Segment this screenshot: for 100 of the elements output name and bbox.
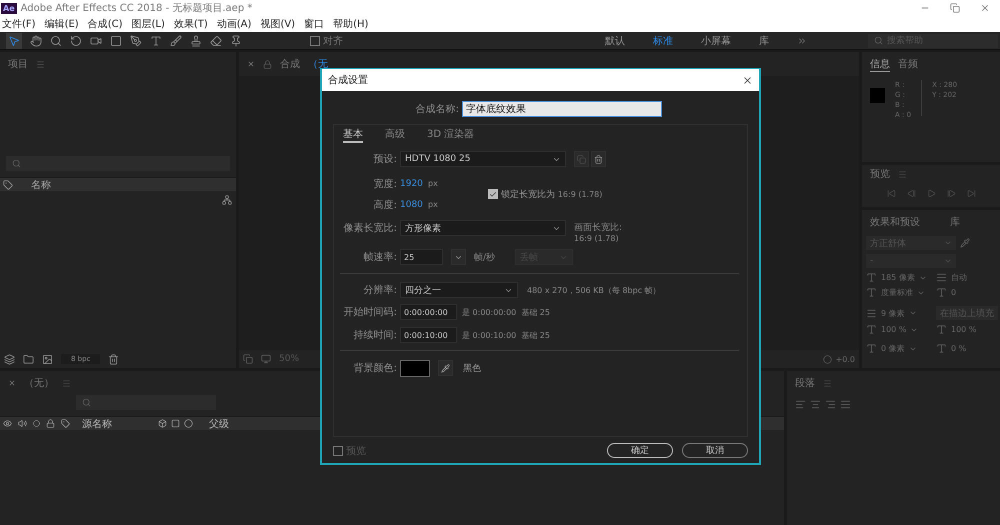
menu-item[interactable]: 视图(V) <box>260 17 296 31</box>
character-value[interactable]: 度量标准 <box>881 287 913 298</box>
align-right-icon[interactable] <box>825 399 836 410</box>
panel-tab[interactable]: 库 <box>950 214 960 230</box>
frame-rate-dropdown[interactable] <box>451 249 466 265</box>
settings-tab[interactable]: 基本 <box>343 127 363 143</box>
font-size-icon[interactable] <box>866 272 877 283</box>
folder-icon[interactable] <box>23 354 34 364</box>
hand-icon[interactable] <box>30 34 42 46</box>
settings-tab[interactable]: 高级 <box>385 127 405 143</box>
menu-item[interactable]: 动画(A) <box>216 17 252 31</box>
trash-icon[interactable] <box>108 354 120 364</box>
stroke-width-icon[interactable] <box>866 308 877 318</box>
align-left-icon[interactable] <box>795 399 806 410</box>
eraser-icon[interactable] <box>210 34 222 46</box>
pointer-icon[interactable] <box>8 34 20 46</box>
width-value[interactable]: 1920 <box>400 178 423 188</box>
hierarchy-icon[interactable] <box>222 195 232 205</box>
brush-icon[interactable] <box>170 34 182 46</box>
character-value[interactable]: 0 像素 <box>881 343 905 354</box>
menu-icon[interactable] <box>823 378 832 388</box>
pixel-aspect-dropdown[interactable]: 方形像素 <box>400 220 566 236</box>
menu-item[interactable]: 文件(F) <box>2 17 36 31</box>
panel-tab[interactable]: 信息 <box>870 56 890 72</box>
restore-icon[interactable] <box>950 3 960 13</box>
pin-icon[interactable] <box>230 34 242 46</box>
kerning-icon[interactable] <box>866 287 877 298</box>
workspace-tab[interactable]: 库 <box>759 34 769 48</box>
character-value[interactable]: 0 % <box>951 344 966 353</box>
eyedropper-icon[interactable] <box>960 238 970 248</box>
label-icon[interactable] <box>61 419 70 428</box>
resolution-dropdown[interactable]: 四分之一 <box>400 282 518 298</box>
menu-item[interactable]: 图层(L) <box>131 17 165 31</box>
previous-frame-icon[interactable] <box>906 189 916 198</box>
preset-dropdown[interactable]: HDTV 1080 25 <box>400 151 566 167</box>
timecode-field[interactable]: 0:00:10:00 <box>400 327 457 343</box>
tsume-icon[interactable] <box>936 343 947 354</box>
solo-icon[interactable] <box>33 420 40 427</box>
column-header[interactable]: 名称 <box>31 178 51 192</box>
stamp-icon[interactable] <box>190 34 202 46</box>
menu-icon[interactable] <box>36 60 45 68</box>
panel-tab[interactable]: 音频 <box>898 56 918 72</box>
column-header[interactable]: 父级 <box>209 416 229 430</box>
play-icon[interactable] <box>926 189 936 198</box>
first-frame-icon[interactable] <box>886 189 896 198</box>
menu-item[interactable]: 合成(C) <box>88 17 122 31</box>
panel-tab[interactable]: （无） <box>24 376 54 390</box>
character-value[interactable]: 0 <box>951 288 956 297</box>
panel-tab[interactable]: 效果和预设 <box>870 214 920 230</box>
more-icon[interactable] <box>797 36 807 46</box>
exposure-value[interactable]: +0.0 <box>836 354 855 364</box>
snap-checkbox[interactable]: 对齐 <box>310 34 343 48</box>
project-search-field[interactable] <box>6 156 230 171</box>
panel-title[interactable]: 合成 <box>280 56 300 72</box>
eyedropper-button[interactable] <box>438 360 453 376</box>
panel-title[interactable]: 预览 <box>870 166 890 182</box>
panel-title[interactable]: 段落 <box>795 376 815 390</box>
composition-name-field[interactable]: 字体底纹效果 <box>462 101 662 117</box>
composition-name[interactable]: （无 <box>308 56 328 72</box>
panel-title[interactable]: 项目 <box>8 56 28 72</box>
eye-icon[interactable] <box>3 419 12 428</box>
close-icon[interactable] <box>742 74 753 86</box>
rectangle-icon[interactable] <box>110 34 122 46</box>
menu-item[interactable]: 窗口 <box>304 17 324 31</box>
column-header[interactable]: 源名称 <box>82 416 112 430</box>
character-value[interactable]: 185 像素 <box>881 272 915 283</box>
next-frame-icon[interactable] <box>946 189 956 198</box>
character-value[interactable]: 自动 <box>951 272 967 283</box>
lock-icon[interactable] <box>46 419 55 428</box>
menu-icon[interactable] <box>62 378 71 388</box>
character-value[interactable]: 9 像素 <box>881 308 905 318</box>
timeline-search-field[interactable] <box>76 395 216 410</box>
text-icon[interactable] <box>150 34 162 46</box>
search-icon[interactable] <box>50 34 62 46</box>
background-color-swatch[interactable] <box>400 360 430 376</box>
settings-tab[interactable]: 3D 渲染器 <box>427 127 474 143</box>
align-center-icon[interactable] <box>810 399 821 410</box>
character-value[interactable]: 100 % <box>881 325 906 334</box>
workspace-tab[interactable]: 标准 <box>653 34 673 48</box>
frame-rate-field[interactable]: 25 <box>400 249 443 265</box>
close-icon[interactable] <box>980 3 990 13</box>
camera-icon[interactable] <box>90 34 102 46</box>
vertical-scale-icon[interactable] <box>866 324 877 335</box>
menu-item[interactable]: 编辑(E) <box>44 17 79 31</box>
baseline-shift-icon[interactable] <box>866 343 877 354</box>
menu-item[interactable]: 效果(T) <box>174 17 208 31</box>
menu-icon[interactable] <box>898 170 907 178</box>
character-value[interactable]: 100 % <box>951 325 976 334</box>
lock-aspect-checkbox[interactable]: 锁定长宽比为 16:9 (1.78) <box>488 188 602 200</box>
ok-button[interactable]: 确定 <box>607 443 673 458</box>
rotate-icon[interactable] <box>70 34 82 46</box>
last-frame-icon[interactable] <box>966 189 976 198</box>
tracking-icon[interactable] <box>936 287 947 298</box>
workspace-tab[interactable]: 小屏幕 <box>701 34 731 48</box>
workspace-tab[interactable]: 默认 <box>605 34 625 48</box>
justify-icon[interactable] <box>840 399 851 410</box>
timecode-field[interactable]: 0:00:00:00 <box>400 304 457 320</box>
height-value[interactable]: 1080 <box>400 200 423 210</box>
monitor-icon[interactable] <box>261 354 271 364</box>
horizontal-scale-icon[interactable] <box>936 324 947 335</box>
